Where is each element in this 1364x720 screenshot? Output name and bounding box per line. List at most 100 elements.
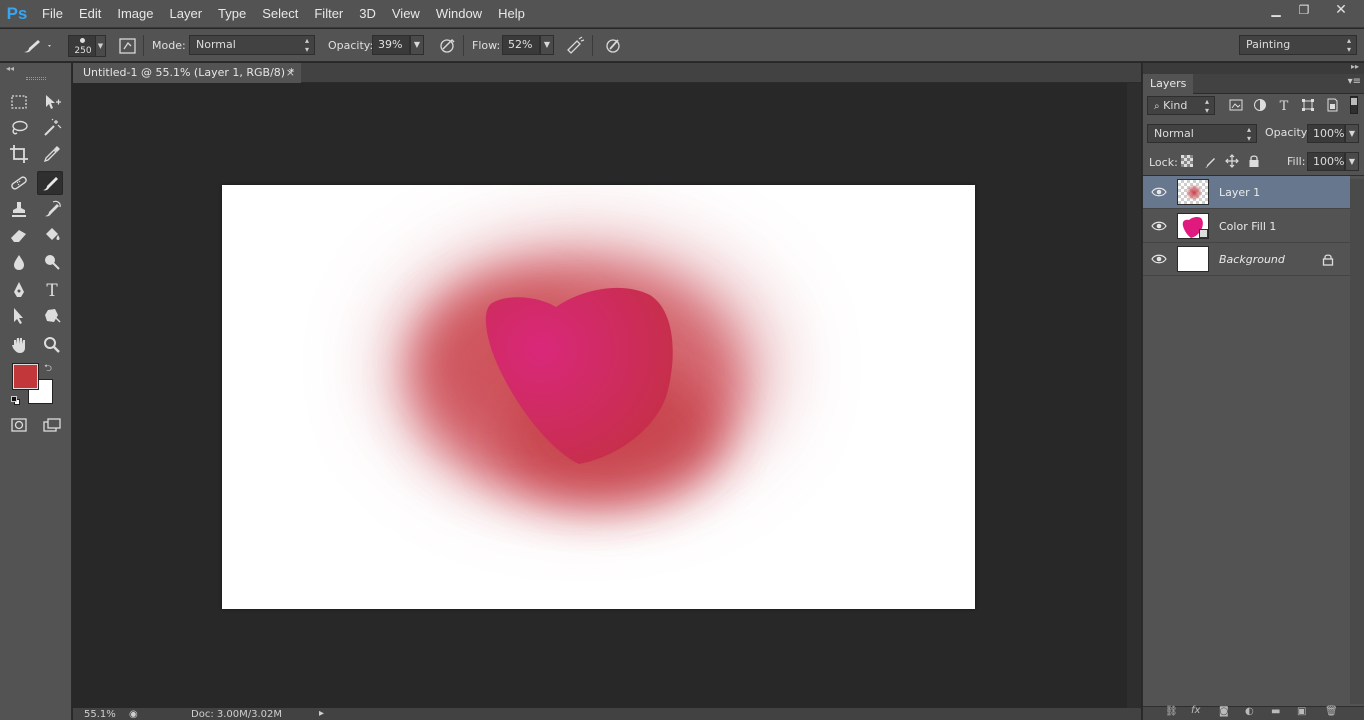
path-selection-icon[interactable] [6, 304, 32, 328]
lock-transparent-icon[interactable] [1181, 155, 1193, 167]
layer-opacity-slider-toggle[interactable]: ▼ [1345, 124, 1359, 143]
magic-wand-icon[interactable] [39, 116, 65, 140]
zoom-icon[interactable] [39, 333, 65, 357]
mode-dropdown[interactable]: Normal ▴ ▾ [189, 35, 315, 55]
restore-button[interactable]: ❐ [1290, 0, 1318, 20]
toggle-brush-panel-button[interactable] [118, 29, 138, 62]
add-mask-icon[interactable]: ◙ [1219, 706, 1229, 717]
foreground-color-swatch[interactable] [12, 363, 39, 390]
link-layers-icon[interactable]: ⛓ [1165, 706, 1178, 717]
lasso-icon[interactable] [6, 116, 32, 140]
layer-row-background[interactable]: Background [1143, 243, 1350, 276]
menu-file[interactable]: File [34, 0, 71, 28]
menu-3d[interactable]: 3D [351, 0, 384, 28]
layer-name[interactable]: Color Fill 1 [1219, 210, 1276, 243]
tool-preset-picker[interactable] [18, 29, 52, 62]
filter-pixel-icon[interactable] [1229, 98, 1243, 112]
menu-help[interactable]: Help [490, 0, 533, 28]
menu-view[interactable]: View [384, 0, 428, 28]
shape-icon[interactable] [39, 304, 65, 328]
layer-name[interactable]: Background [1219, 243, 1285, 276]
lock-position-icon[interactable] [1225, 154, 1239, 168]
eraser-icon[interactable] [6, 223, 32, 247]
fill-input[interactable]: 100% [1307, 152, 1345, 171]
move-icon[interactable] [39, 90, 65, 114]
visibility-eye-icon[interactable] [1151, 185, 1167, 199]
artwork [382, 230, 782, 505]
filter-smart-object-icon[interactable] [1325, 98, 1339, 112]
default-colors-icon[interactable] [11, 396, 21, 406]
collapse-panel-icon[interactable]: ▸▸ [1351, 62, 1359, 71]
screen-mode-icon[interactable] [39, 413, 65, 437]
new-adjustment-icon[interactable]: ◐ [1245, 706, 1254, 717]
filter-toggle-switch[interactable] [1350, 96, 1358, 114]
dodge-icon[interactable] [39, 250, 65, 274]
type-icon[interactable]: T [39, 278, 65, 302]
hand-icon[interactable] [6, 333, 32, 357]
layer-opacity-input[interactable]: 100% [1307, 124, 1345, 143]
vertical-scrollbar[interactable] [1127, 83, 1141, 708]
eyedropper-icon[interactable] [39, 142, 65, 166]
pen-icon[interactable] [6, 278, 32, 302]
menu-type[interactable]: Type [210, 0, 254, 28]
filter-adjustment-icon[interactable] [1253, 98, 1267, 112]
pressure-size-button[interactable] [603, 35, 623, 55]
layers-tab[interactable]: Layers [1143, 74, 1193, 94]
menu-image[interactable]: Image [109, 0, 161, 28]
trash-icon[interactable]: 🗑 [1325, 706, 1338, 717]
layer-row-color-fill-1[interactable]: Color Fill 1 [1143, 210, 1350, 243]
status-info-icon[interactable]: ◉ [129, 709, 138, 720]
pressure-opacity-icon [440, 38, 455, 53]
panel-grip[interactable] [26, 77, 46, 80]
layer-filter-dropdown[interactable]: ⌕ Kind ▴ ▾ [1147, 96, 1215, 115]
layer-style-icon[interactable]: fx [1191, 705, 1200, 716]
paint-bucket-icon[interactable] [39, 223, 65, 247]
flow-input[interactable]: 52% [502, 35, 540, 55]
rectangular-marquee-icon[interactable] [6, 90, 32, 114]
layer-row-layer-1[interactable]: Layer 1 [1143, 176, 1350, 209]
zoom-level[interactable]: 55.1% [84, 709, 116, 720]
new-group-icon[interactable]: ▬ [1271, 706, 1280, 717]
canvas[interactable] [222, 185, 975, 609]
tools-panel: ◂◂ T ⮌ [0, 63, 72, 720]
pressure-opacity-button[interactable] [437, 35, 457, 55]
history-brush-icon[interactable] [39, 197, 65, 221]
close-button[interactable]: ✕ [1318, 0, 1364, 20]
brush-tool-icon[interactable] [37, 171, 63, 195]
crop-icon[interactable] [6, 142, 32, 166]
search-icon: ⌕ [1154, 101, 1160, 112]
blur-icon[interactable] [6, 250, 32, 274]
status-menu-arrow-icon[interactable]: ▸ [319, 708, 324, 720]
visibility-eye-icon[interactable] [1151, 252, 1167, 266]
healing-brush-icon[interactable] [6, 171, 32, 195]
clone-stamp-icon[interactable] [6, 197, 32, 221]
filter-type-icon[interactable]: T [1277, 98, 1291, 112]
flow-slider-toggle[interactable]: ▼ [540, 35, 554, 55]
lock-all-icon[interactable] [1248, 154, 1260, 168]
menu-window[interactable]: Window [428, 0, 490, 28]
layer-name[interactable]: Layer 1 [1219, 176, 1260, 209]
collapse-panel-icon[interactable]: ◂◂ [6, 64, 14, 73]
lock-pixels-icon[interactable] [1203, 155, 1217, 169]
close-tab-icon[interactable]: × [286, 63, 295, 83]
workspace-dropdown[interactable]: Painting ▴ ▾ [1239, 35, 1357, 55]
fill-slider-toggle[interactable]: ▼ [1345, 152, 1359, 171]
filter-shape-icon[interactable] [1301, 98, 1315, 112]
document-tab[interactable]: Untitled-1 @ 55.1% (Layer 1, RGB/8) * × [73, 63, 301, 83]
brush-preset-picker[interactable]: 250 ▼ [68, 29, 106, 62]
airbrush-button[interactable] [565, 35, 585, 55]
swap-colors-icon[interactable]: ⮌ [44, 361, 52, 378]
menu-select[interactable]: Select [254, 0, 306, 28]
opacity-input[interactable]: 39% [372, 35, 410, 55]
menu-filter[interactable]: Filter [306, 0, 351, 28]
quick-mask-icon[interactable] [6, 413, 32, 437]
minimize-button[interactable]: ▁ [1262, 0, 1290, 20]
menu-edit[interactable]: Edit [71, 0, 109, 28]
blend-mode-dropdown[interactable]: Normal ▴ ▾ [1147, 124, 1257, 143]
panel-menu-icon[interactable]: ▾≡ [1348, 76, 1361, 87]
menu-layer[interactable]: Layer [162, 0, 211, 28]
visibility-eye-icon[interactable] [1151, 219, 1167, 233]
new-layer-icon[interactable]: ▣ [1297, 706, 1306, 717]
layers-scrollbar[interactable] [1350, 179, 1364, 704]
opacity-slider-toggle[interactable]: ▼ [410, 35, 424, 55]
